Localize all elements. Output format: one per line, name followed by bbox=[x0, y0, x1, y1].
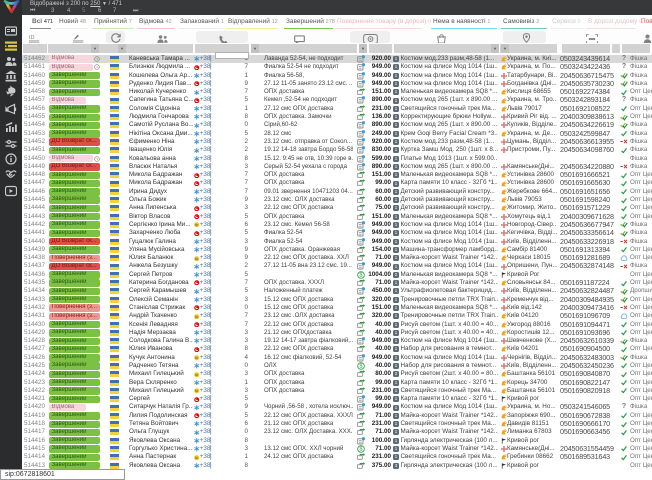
svg-text:lc: lc bbox=[196, 356, 199, 360]
svg-text:lc: lc bbox=[196, 456, 199, 460]
svg-text:lc: lc bbox=[196, 223, 199, 227]
svg-text:lc: lc bbox=[196, 373, 199, 377]
svg-text:lc: lc bbox=[196, 389, 199, 393]
svg-text:$: $ bbox=[359, 272, 362, 278]
svg-text:$: $ bbox=[359, 364, 362, 370]
svg-text:lc: lc bbox=[196, 257, 199, 261]
svg-text:ID: ID bbox=[29, 35, 35, 41]
svg-text:lc: lc bbox=[196, 315, 199, 319]
svg-text:$: $ bbox=[359, 447, 362, 453]
